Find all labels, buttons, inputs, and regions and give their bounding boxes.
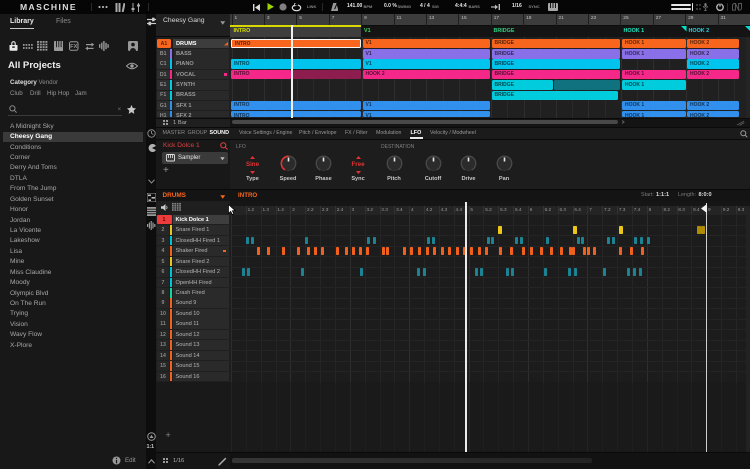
svg-text:FX: FX (70, 44, 77, 50)
